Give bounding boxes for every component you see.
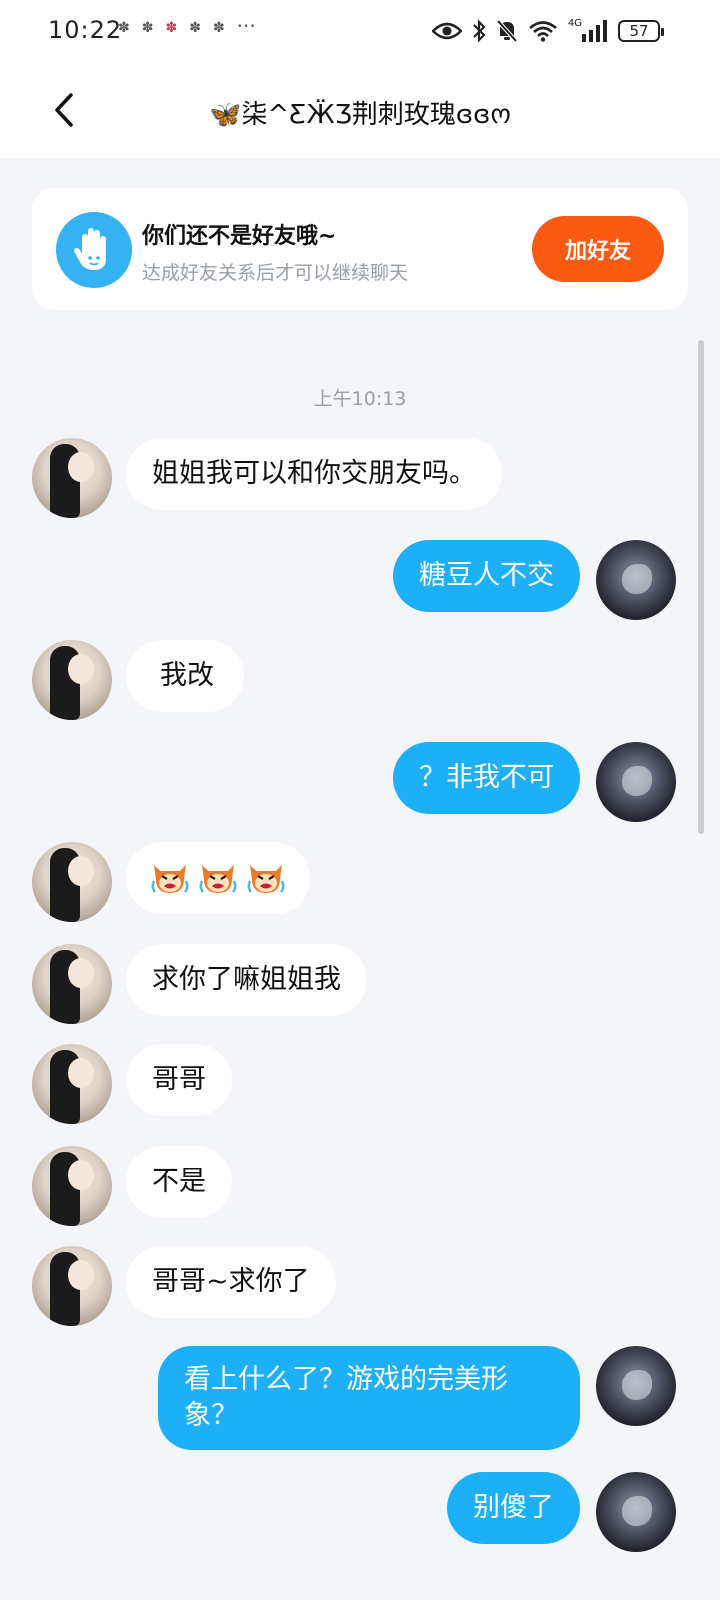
wifi-icon (529, 21, 557, 42)
more-notifs-icon: ··· (236, 14, 256, 38)
add-friend-button[interactable]: 加好友 (532, 216, 664, 282)
chat-header: 🦋柒^ƸӜƷ荆刺玫瑰ɞɞო (0, 62, 720, 158)
notif-icon: ✽ (189, 20, 201, 36)
contact-avatar[interactable] (32, 1044, 112, 1124)
message-bubble[interactable] (126, 842, 310, 914)
eye-icon (431, 22, 462, 40)
scrollbar[interactable] (698, 340, 704, 834)
my-avatar[interactable] (596, 742, 676, 822)
status-icons: 4G 57 (431, 14, 664, 48)
contact-avatar[interactable] (32, 842, 112, 922)
message-bubble[interactable]: 姐姐我可以和你交朋友吗。 (126, 438, 502, 510)
signal-icon (582, 20, 607, 42)
message-bubble[interactable]: ？非我不可 (393, 742, 580, 814)
message-bubble[interactable]: 看上什么了？游戏的完美形象？ (158, 1346, 580, 1450)
message-bubble[interactable]: 我改 (126, 640, 244, 712)
not-friends-banner: 你们还不是好友哦~ 达成好友关系后才可以继续聊天 加好友 (32, 188, 688, 310)
my-avatar[interactable] (596, 1346, 676, 1426)
mute-bell-icon (496, 19, 518, 43)
status-time: 10:22 (48, 16, 123, 44)
crying-face-icon (247, 865, 285, 893)
contact-avatar[interactable] (32, 438, 112, 518)
notification-icons: ✽ ✽ ✽ ✽ ✽ ··· (118, 14, 256, 44)
contact-avatar[interactable] (32, 1246, 112, 1326)
battery-indicator: 57 (618, 20, 664, 42)
notif-icon: ✽ (118, 20, 130, 36)
status-bar: 10:22 ✽ ✽ ✽ ✽ ✽ ··· 4G 57 (0, 0, 720, 62)
contact-avatar[interactable] (32, 1146, 112, 1226)
banner-subtitle: 达成好友关系后才可以继续聊天 (142, 262, 409, 284)
my-avatar[interactable] (596, 540, 676, 620)
battery-level: 57 (629, 22, 649, 40)
crying-face-icon (151, 865, 189, 893)
hand-wave-icon (56, 212, 132, 288)
message-timestamp: 上午10:13 (313, 388, 407, 410)
notif-icon: ✽ (212, 20, 225, 36)
notif-icon: ✽ (165, 20, 178, 36)
message-bubble[interactable]: 糖豆人不交 (393, 540, 580, 612)
message-bubble[interactable]: 哥哥 (126, 1044, 232, 1116)
network-type: 4G (567, 17, 582, 29)
notif-icon: ✽ (141, 20, 154, 36)
chat-title: 🦋柒^ƸӜƷ荆刺玫瑰ɞɞო (209, 100, 511, 130)
contact-avatar[interactable] (32, 640, 112, 720)
message-bubble[interactable]: 别傻了 (447, 1472, 580, 1544)
my-avatar[interactable] (596, 1472, 676, 1552)
bluetooth-icon (473, 19, 486, 43)
crying-face-icon (199, 865, 237, 893)
message-bubble[interactable]: 求你了嘛姐姐我 (126, 944, 367, 1016)
banner-title: 你们还不是好友哦~ (142, 224, 337, 249)
message-bubble[interactable]: 哥哥~求你了 (126, 1246, 336, 1318)
contact-avatar[interactable] (32, 944, 112, 1024)
message-bubble[interactable]: 不是 (126, 1146, 232, 1218)
